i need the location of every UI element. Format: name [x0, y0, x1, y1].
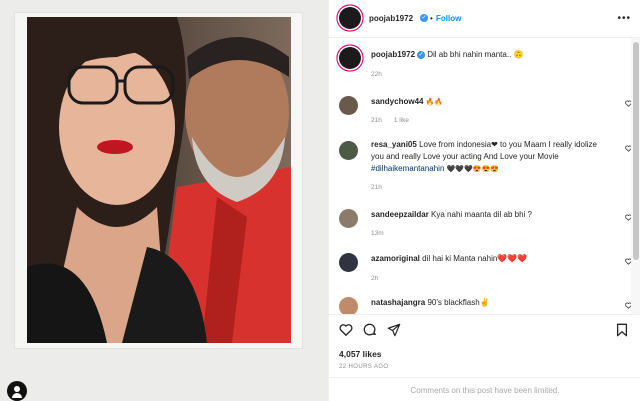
comment-body: dil hai ki Manta nahin❤️❤️❤️ — [422, 254, 528, 263]
post-header: poojab1972 ✓ • Follow ••• — [329, 0, 640, 38]
post-timestamp: 22 HOURS AGO — [339, 364, 389, 370]
author-avatar[interactable] — [339, 47, 361, 69]
comment-icon[interactable] — [363, 323, 377, 337]
comment-time: 21h — [371, 184, 382, 191]
comment-text: sandeepzaildar Kya nahi maanta dil ab bh… — [371, 209, 532, 221]
comment-text: resa_yani05 Love from indonesia❤ to you … — [371, 139, 621, 176]
caption-time: 22h — [371, 71, 382, 78]
caption-author[interactable]: poojab1972 — [371, 50, 415, 59]
comment-time: 21h — [371, 117, 382, 124]
caption-body: Dil ab bhi nahin manta.. 🙃 — [427, 50, 524, 59]
comment-hashtag[interactable]: #dilhaikemantanahin — [371, 164, 444, 173]
commenter-avatar[interactable] — [339, 253, 358, 272]
comment-body-line2: you and really Love your acting And Love… — [371, 152, 559, 161]
bookmark-icon[interactable] — [615, 323, 629, 337]
verified-badge-icon: ✓ — [417, 50, 426, 59]
post-details-panel: poojab1972 ✓ • Follow ••• poojab1972 ✓ Di… — [328, 0, 640, 401]
comment-body-line1: Love from indonesia❤ to you Maam I reall… — [419, 140, 597, 149]
author-username[interactable]: poojab1972 — [369, 14, 413, 23]
author-avatar[interactable] — [339, 7, 361, 29]
commenter-avatar[interactable] — [339, 96, 358, 115]
commenter-avatar[interactable] — [339, 297, 358, 314]
caption-text: poojab1972 ✓ Dil ab bhi nahin manta.. 🙃 — [371, 49, 523, 61]
comments-limited-notice: Comments on this post have been limited. — [329, 377, 640, 401]
comment-time: 13m — [371, 230, 384, 237]
heart-icon[interactable] — [339, 323, 353, 337]
verified-badge-icon: ✓ — [420, 14, 428, 22]
comment-body: Kya nahi maanta dil ab bhi ? — [431, 210, 533, 219]
comment-body: 90's blackflash✌️ — [427, 298, 490, 307]
share-icon[interactable] — [387, 323, 401, 337]
comment-username[interactable]: natashajangra — [371, 298, 425, 307]
comment-text: natashajangra 90's blackflash✌️ — [371, 297, 490, 309]
user-avatar-icon[interactable] — [7, 381, 27, 401]
separator-dot: • — [430, 14, 433, 23]
comment-username[interactable]: sandeepzaildar — [371, 210, 429, 219]
post-media-panel — [0, 0, 328, 401]
commenter-avatar[interactable] — [339, 141, 358, 160]
comment-likes[interactable]: 1 like — [394, 117, 409, 124]
post-photo[interactable] — [27, 17, 291, 343]
likes-count[interactable]: 4,057 likes — [339, 349, 382, 359]
more-options-icon[interactable]: ••• — [617, 13, 631, 24]
comment-emoji: 🖤🖤🖤😍😍😍 — [446, 166, 499, 173]
comments-scrollbar-thumb[interactable] — [633, 42, 639, 260]
comment-text: azamoriginal dil hai ki Manta nahin❤️❤️❤… — [371, 253, 527, 265]
comment-text: sandychow44 🔥🔥 — [371, 96, 443, 109]
comment-username[interactable]: resa_yani05 — [371, 140, 417, 149]
follow-button[interactable]: Follow — [436, 14, 461, 23]
comment-body: 🔥🔥 — [425, 99, 444, 106]
comment-meta: 21h 1 like — [371, 117, 409, 124]
post-actions: 4,057 likes 22 HOURS AGO Comments on thi… — [329, 314, 640, 401]
polaroid-frame — [14, 12, 303, 349]
comment-username[interactable]: azamoriginal — [371, 254, 420, 263]
comment-username[interactable]: sandychow44 — [371, 97, 423, 106]
comment-item: natashajangra 90's blackflash✌️ — [329, 295, 640, 314]
comment-time: 2h — [371, 275, 379, 282]
commenter-avatar[interactable] — [339, 209, 358, 228]
